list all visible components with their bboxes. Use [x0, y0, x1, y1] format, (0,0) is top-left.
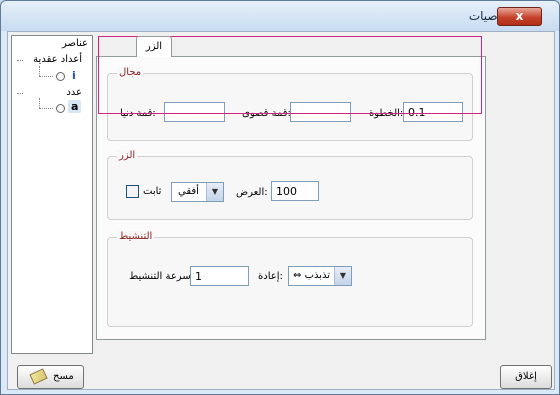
close-window-button[interactable]: x	[497, 7, 542, 26]
delete-button-label: مسح	[53, 371, 74, 382]
eraser-icon	[29, 368, 48, 385]
orientation-value: أفقي	[178, 186, 199, 197]
speed-field[interactable]: 1	[190, 266, 249, 286]
visibility-toggle-icon[interactable]	[56, 104, 65, 113]
delete-button[interactable]: مسح	[17, 365, 84, 389]
tree-group-complex[interactable]: أعداد عقدية	[33, 54, 82, 65]
tree-item-i[interactable]: i	[72, 69, 76, 82]
tree-connector	[39, 66, 40, 76]
chevron-down-icon: ▼	[334, 267, 351, 285]
speed-label: سرعة التنشيط:	[129, 271, 194, 282]
repeat-label: إعادة:	[258, 271, 283, 282]
repeat-value: ⇔ تذبذب	[293, 270, 331, 281]
chevron-down-icon: ▼	[206, 183, 223, 201]
properties-window: ✿ الخاصيات x عناصر أعداد عقدية i عدد a ا	[0, 0, 560, 395]
object-tree[interactable]: عناصر أعداد عقدية i عدد a	[11, 35, 93, 354]
tree-group-label: عدد	[66, 87, 82, 98]
fixed-label: ثابت	[143, 186, 162, 197]
tree-group-label: أعداد عقدية	[33, 54, 82, 65]
animation-group-title: التنشيط	[117, 231, 155, 242]
visibility-toggle-icon[interactable]	[56, 72, 65, 81]
width-field[interactable]: 100	[271, 181, 319, 201]
tree-connector	[17, 60, 23, 61]
orientation-select[interactable]: أفقي ▼	[171, 182, 224, 202]
width-label: العرض:	[236, 187, 268, 198]
title-bar: ✿ الخاصيات x	[1, 1, 559, 31]
tree-group-number[interactable]: عدد	[66, 87, 82, 98]
close-button[interactable]: إغلاق	[500, 365, 552, 389]
repeat-select[interactable]: ⇔ تذبذب ▼	[288, 266, 352, 286]
tree-connector	[39, 76, 53, 77]
tree-item-a[interactable]: a	[68, 100, 82, 113]
fixed-checkbox[interactable]	[126, 185, 139, 198]
tree-root-label: عناصر	[61, 38, 88, 49]
tree-connector	[39, 108, 53, 109]
tab-button[interactable]: الزر	[136, 36, 172, 57]
tree-connector	[39, 98, 40, 108]
button-group-title: الزر	[117, 150, 138, 161]
tree-connector	[17, 93, 23, 94]
